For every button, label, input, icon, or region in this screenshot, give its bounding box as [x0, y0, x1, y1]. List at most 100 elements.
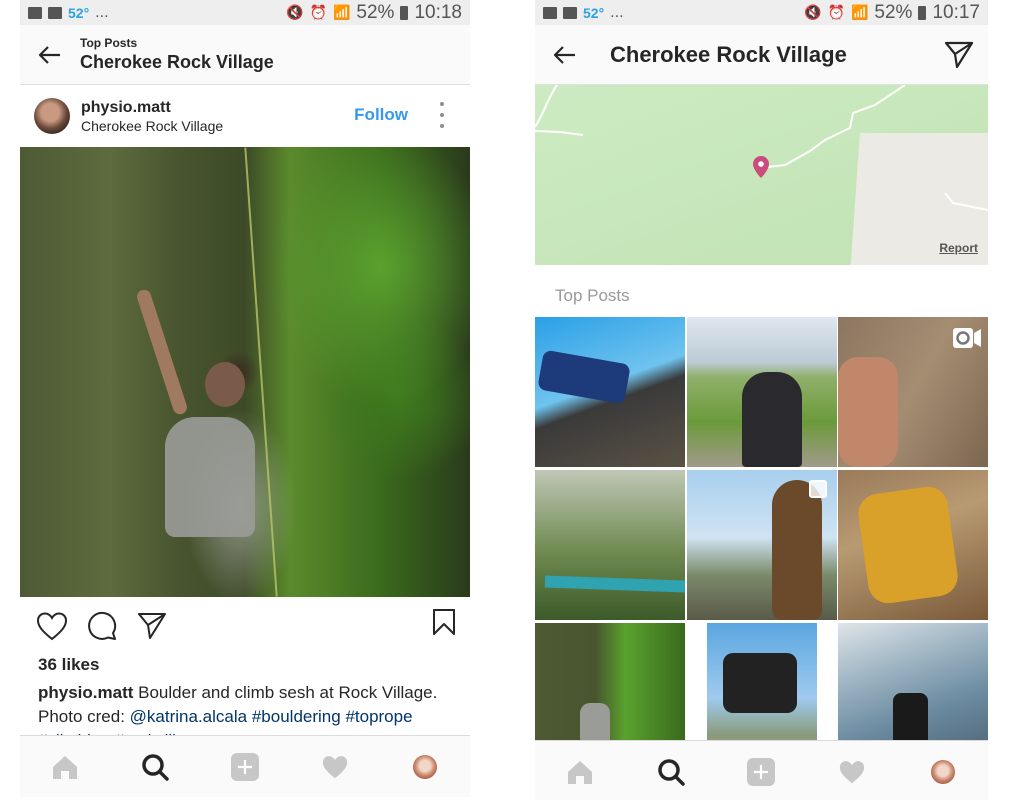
dot-icon: [440, 113, 444, 117]
battery-icon: [400, 5, 409, 20]
like-count[interactable]: 36 likes: [20, 655, 470, 677]
add-icon: [231, 752, 259, 781]
weather-temperature: 52°: [68, 4, 90, 21]
alarm-icon: ⏰: [827, 4, 845, 20]
battery-percent: 52%: [874, 1, 913, 23]
location-screen: 52° ... 🔇 ⏰ 📶 52% 10:17 Cherokee Rock Vi…: [535, 0, 988, 800]
photo-yoga-mat: [544, 575, 685, 593]
follow-button[interactable]: Follow: [354, 105, 408, 125]
heart-icon: [839, 760, 865, 783]
tab-profile[interactable]: [918, 747, 968, 797]
grid-post[interactable]: [838, 317, 988, 467]
profile-avatar: [413, 754, 437, 779]
save-button[interactable]: [432, 608, 456, 641]
bottom-tab-bar: [535, 740, 988, 800]
caption-text: Boulder and climb sesh at Rock Village.: [133, 683, 438, 702]
bookmark-icon: [433, 609, 455, 635]
back-button[interactable]: [535, 25, 595, 85]
comment-icon: [88, 611, 117, 640]
photo-people: [722, 653, 797, 713]
grid-post[interactable]: [535, 317, 685, 467]
photo-sleeping-bag: [855, 484, 961, 606]
share-location-button[interactable]: [942, 38, 976, 72]
dot-icon: [440, 124, 444, 128]
heart-icon: [36, 612, 68, 641]
post-actions: [20, 597, 470, 655]
photo-truck: [537, 349, 631, 405]
search-icon: [142, 753, 169, 781]
back-arrow-icon: [39, 45, 60, 64]
section-title-top-posts: Top Posts: [555, 286, 630, 305]
share-button[interactable]: [134, 608, 170, 644]
tab-activity[interactable]: [827, 747, 877, 797]
profile-avatar: [930, 759, 955, 784]
post-username[interactable]: physio.matt: [81, 99, 223, 117]
tab-home[interactable]: [40, 742, 90, 792]
tab-search[interactable]: [130, 742, 180, 792]
tab-home[interactable]: [555, 747, 605, 797]
location-map[interactable]: Report: [535, 85, 988, 265]
more-options-button[interactable]: [438, 102, 446, 128]
wifi-icon: 📶: [332, 4, 351, 20]
tab-activity[interactable]: [310, 742, 360, 792]
mail-notification-icon: [563, 6, 577, 19]
mail-notification-icon: [48, 6, 62, 19]
map-roads: [535, 85, 988, 211]
battery-icon: [918, 5, 927, 20]
post-photo[interactable]: [20, 147, 470, 597]
page-subtitle: Top Posts: [80, 36, 138, 50]
dot-icon: [440, 102, 444, 106]
alarm-icon: ⏰: [309, 4, 327, 20]
photo-climber: [838, 357, 898, 467]
mute-icon: 🔇: [804, 4, 822, 20]
caption-credit: Photo cred:: [38, 707, 130, 726]
grid-post[interactable]: [838, 470, 988, 620]
grid-post[interactable]: [535, 470, 685, 620]
tab-profile[interactable]: [400, 742, 450, 792]
comment-button[interactable]: [84, 608, 120, 644]
send-icon: [138, 613, 166, 639]
location-pin-icon[interactable]: [753, 156, 769, 178]
battery-percent: 52%: [356, 1, 395, 23]
page-title: Cherokee Rock Village: [80, 52, 274, 72]
back-button[interactable]: [20, 25, 80, 85]
search-icon: [658, 758, 685, 786]
photo-hiker: [741, 372, 802, 467]
tab-new-post[interactable]: [220, 742, 270, 792]
user-avatar[interactable]: [34, 98, 70, 134]
post-header: physio.matt Cherokee Rock Village Follow: [20, 85, 470, 147]
post-location[interactable]: Cherokee Rock Village: [81, 118, 223, 134]
page-title: Cherokee Rock Village: [610, 41, 847, 67]
post-detail-screen: 52° ... 🔇 ⏰ 📶 52% 10:18 Top Posts Cherok…: [20, 0, 470, 800]
photo-woman: [771, 480, 822, 620]
tab-search[interactable]: [646, 747, 696, 797]
photo-climber-head: [205, 362, 245, 407]
home-icon: [53, 755, 77, 779]
add-icon: [747, 757, 776, 786]
map-report-link[interactable]: Report: [939, 241, 978, 255]
grid-post[interactable]: [686, 470, 837, 620]
gallery-notification-icon: [28, 6, 42, 19]
mute-icon: 🔇: [286, 4, 304, 20]
home-icon: [568, 760, 593, 784]
hashtag-link[interactable]: #toprope: [345, 707, 412, 726]
bottom-tab-bar: [20, 735, 470, 797]
like-button[interactable]: [34, 608, 70, 644]
tab-new-post[interactable]: [736, 747, 786, 797]
photo-climber-arm: [135, 288, 189, 416]
top-bar: Top Posts Cherokee Rock Village: [20, 25, 470, 85]
gallery-notification-icon: [543, 6, 557, 19]
photo-climber-body: [165, 417, 255, 537]
heart-icon: [322, 755, 348, 778]
hashtag-link[interactable]: #bouldering: [252, 707, 341, 726]
clock: 10:17: [932, 1, 980, 23]
more-notifications: ...: [95, 3, 109, 21]
status-bar: 52° ... 🔇 ⏰ 📶 52% 10:17: [535, 0, 988, 25]
caption-username[interactable]: physio.matt: [38, 683, 133, 702]
multiple-photos-icon: [808, 480, 827, 498]
clock: 10:18: [414, 1, 462, 23]
grid-post[interactable]: [686, 317, 837, 467]
top-bar: Cherokee Rock Village: [535, 25, 988, 85]
back-arrow-icon: [554, 45, 575, 64]
caption-mention[interactable]: @katrina.alcala: [130, 707, 247, 726]
